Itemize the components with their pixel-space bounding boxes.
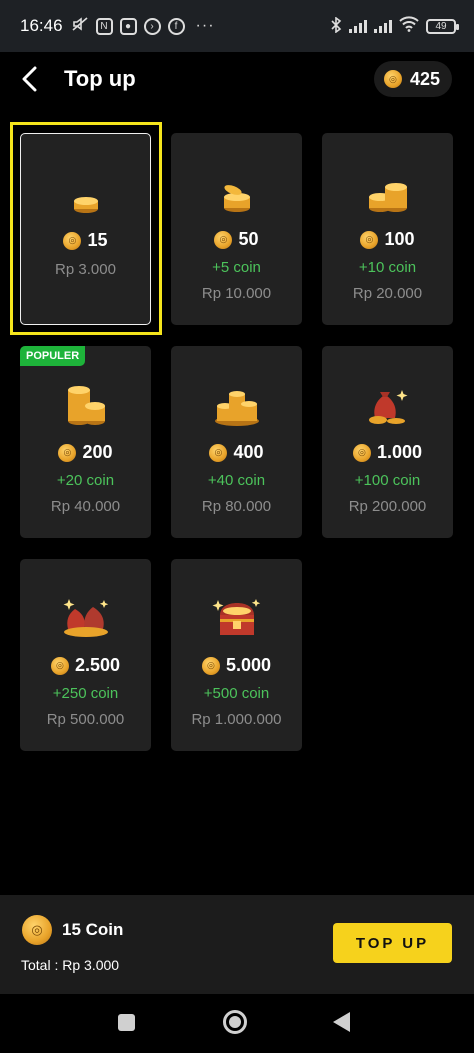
wifi-icon <box>399 15 419 37</box>
package-amount-row: ◎ 50 <box>214 229 259 250</box>
coin-icon: ◎ <box>214 230 233 249</box>
coin-icon: ◎ <box>50 656 69 675</box>
coin-stack-small-icon <box>71 172 101 214</box>
money-bag-icon <box>366 384 410 426</box>
package-amount: 15 <box>87 230 108 250</box>
chevron-left-icon <box>22 66 37 92</box>
system-icons: 49 <box>330 15 459 37</box>
mute-icon <box>71 15 89 38</box>
package-card-1000[interactable]: ◎ 1.000 +100 coin Rp 200.000 <box>322 346 453 538</box>
selected-coin-label: 15 Coin <box>62 920 124 939</box>
package-card-400[interactable]: ◎ 400 +40 coin Rp 80.000 <box>171 346 302 538</box>
coin-icon: ◎ <box>63 231 82 250</box>
package-price: Rp 500.000 <box>46 711 125 728</box>
more-dots-icon: ··· <box>195 17 215 34</box>
treasure-chest-icon <box>212 597 262 639</box>
package-amount-row: ◎ 200 <box>58 442 113 463</box>
package-card-15[interactable]: ◎ 15 Rp 3.000 <box>20 133 151 325</box>
package-amount: 200 <box>82 442 113 462</box>
coin-icon: ◎ <box>352 443 371 462</box>
package-amount: 2.500 <box>74 655 121 675</box>
package-bonus: +10 coin <box>358 259 417 276</box>
package-amount-row: ◎ 5.000 <box>201 655 272 676</box>
system-nav-bar <box>0 994 474 1053</box>
coin-icon: ◎ <box>383 70 402 88</box>
money-bags-icon <box>61 597 111 639</box>
back-button[interactable] <box>14 62 44 96</box>
bluetooth-icon <box>330 15 342 36</box>
package-amount-row: ◎ 100 <box>360 229 415 250</box>
package-amount: 1.000 <box>376 442 423 462</box>
coin-pile-icon <box>212 384 262 426</box>
package-bonus: +5 coin <box>212 259 261 276</box>
footer-summary: ◎ 15 Coin Total : Rp 3.000 TOP UP <box>0 895 474 994</box>
package-amount-row: ◎ 2.500 <box>50 655 121 676</box>
package-price: Rp 10.000 <box>201 285 272 302</box>
package-amount: 5.000 <box>225 655 272 675</box>
coin-stack-icon <box>221 171 253 213</box>
status-time: 16:46 <box>20 16 63 35</box>
package-bonus: +20 coin <box>56 472 115 489</box>
facebook-icon: f <box>167 17 185 35</box>
battery-level: 49 <box>435 20 447 32</box>
home-button[interactable] <box>223 1010 247 1034</box>
package-amount-row: ◎ 15 <box>63 230 108 251</box>
recents-button[interactable] <box>118 1014 135 1031</box>
selected-summary: ◎ 15 Coin <box>22 915 123 945</box>
battery-icon: 49 <box>426 18 459 34</box>
signal-icon <box>349 19 367 33</box>
package-price: Rp 200.000 <box>348 498 427 515</box>
package-card-100[interactable]: ◎ 100 +10 coin Rp 20.000 <box>322 133 453 325</box>
package-card-5000[interactable]: ◎ 5.000 +500 coin Rp 1.000.000 <box>171 559 302 751</box>
package-price: Rp 40.000 <box>50 498 121 515</box>
message-icon: › <box>143 17 161 35</box>
coin-stacks-icon <box>366 171 410 213</box>
package-amount-row: ◎ 1.000 <box>352 442 423 463</box>
package-bonus: +500 coin <box>203 685 270 702</box>
package-amount: 50 <box>238 229 259 249</box>
package-card-200[interactable]: POPULER ◎ 200 +20 coin Rp 40.000 <box>20 346 151 538</box>
package-price: Rp 3.000 <box>55 261 116 278</box>
page-title: Top up <box>64 66 136 91</box>
app-icon: ● <box>119 17 137 35</box>
notification-icons: N ● › f ··· <box>71 15 215 38</box>
coin-balance: ◎ 425 <box>373 61 452 97</box>
package-price: Rp 20.000 <box>352 285 423 302</box>
package-bonus: +40 coin <box>207 472 266 489</box>
coin-icon: ◎ <box>58 443 77 462</box>
total-price: Total : Rp 3.000 <box>21 957 120 973</box>
package-amount: 400 <box>233 442 264 462</box>
package-grid: ◎ 15 Rp 3.000 ◎ 50 +5 coin Rp 10.000 ◎ 1… <box>20 133 454 751</box>
package-price: Rp 1.000.000 <box>191 711 282 728</box>
coin-icon: ◎ <box>201 656 220 675</box>
coin-icon: ◎ <box>209 443 228 462</box>
coin-icon: ◎ <box>360 230 379 249</box>
coin-balance-value: 425 <box>409 68 440 89</box>
coin-icon: ◎ <box>22 915 52 945</box>
top-up-button[interactable]: TOP UP <box>333 923 452 963</box>
header: Top up ◎ 425 <box>0 52 474 108</box>
package-bonus: +100 coin <box>354 472 421 489</box>
nfc-icon: N <box>95 17 113 35</box>
package-amount: 100 <box>384 229 415 249</box>
status-bar: 16:46 N ● › f ··· 49 <box>0 0 474 52</box>
populer-badge: POPULER <box>20 346 86 366</box>
package-amount-row: ◎ 400 <box>209 442 264 463</box>
coin-tower-icon <box>64 384 108 426</box>
back-nav-button[interactable] <box>333 1012 350 1032</box>
package-price: Rp 80.000 <box>201 498 272 515</box>
package-card-50[interactable]: ◎ 50 +5 coin Rp 10.000 <box>171 133 302 325</box>
package-bonus: +250 coin <box>52 685 119 702</box>
package-card-2500[interactable]: ◎ 2.500 +250 coin Rp 500.000 <box>20 559 151 751</box>
signal-icon <box>374 19 392 33</box>
